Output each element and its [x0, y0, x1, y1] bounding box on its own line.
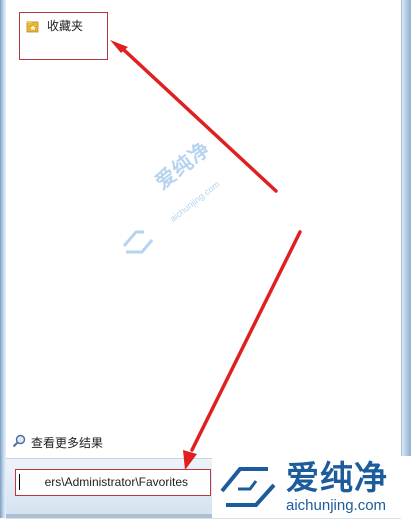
brand-logo-url: aichunjing.com — [286, 497, 387, 514]
annotation-arrows — [110, 40, 302, 470]
brand-logo-text: 爱纯净 — [286, 459, 388, 496]
start-menu-panel: 收藏夹 查看更多结果 ers\Administrator\Favorites 爱… — [0, 0, 411, 519]
arrow-head-down-icon — [183, 450, 197, 470]
arrow-shaft-up — [122, 48, 278, 193]
watermark-logo: 爱纯净 aichunjing.com — [212, 456, 411, 518]
arrow-shaft-down — [190, 230, 302, 452]
brand-logo-icon — [220, 467, 276, 507]
